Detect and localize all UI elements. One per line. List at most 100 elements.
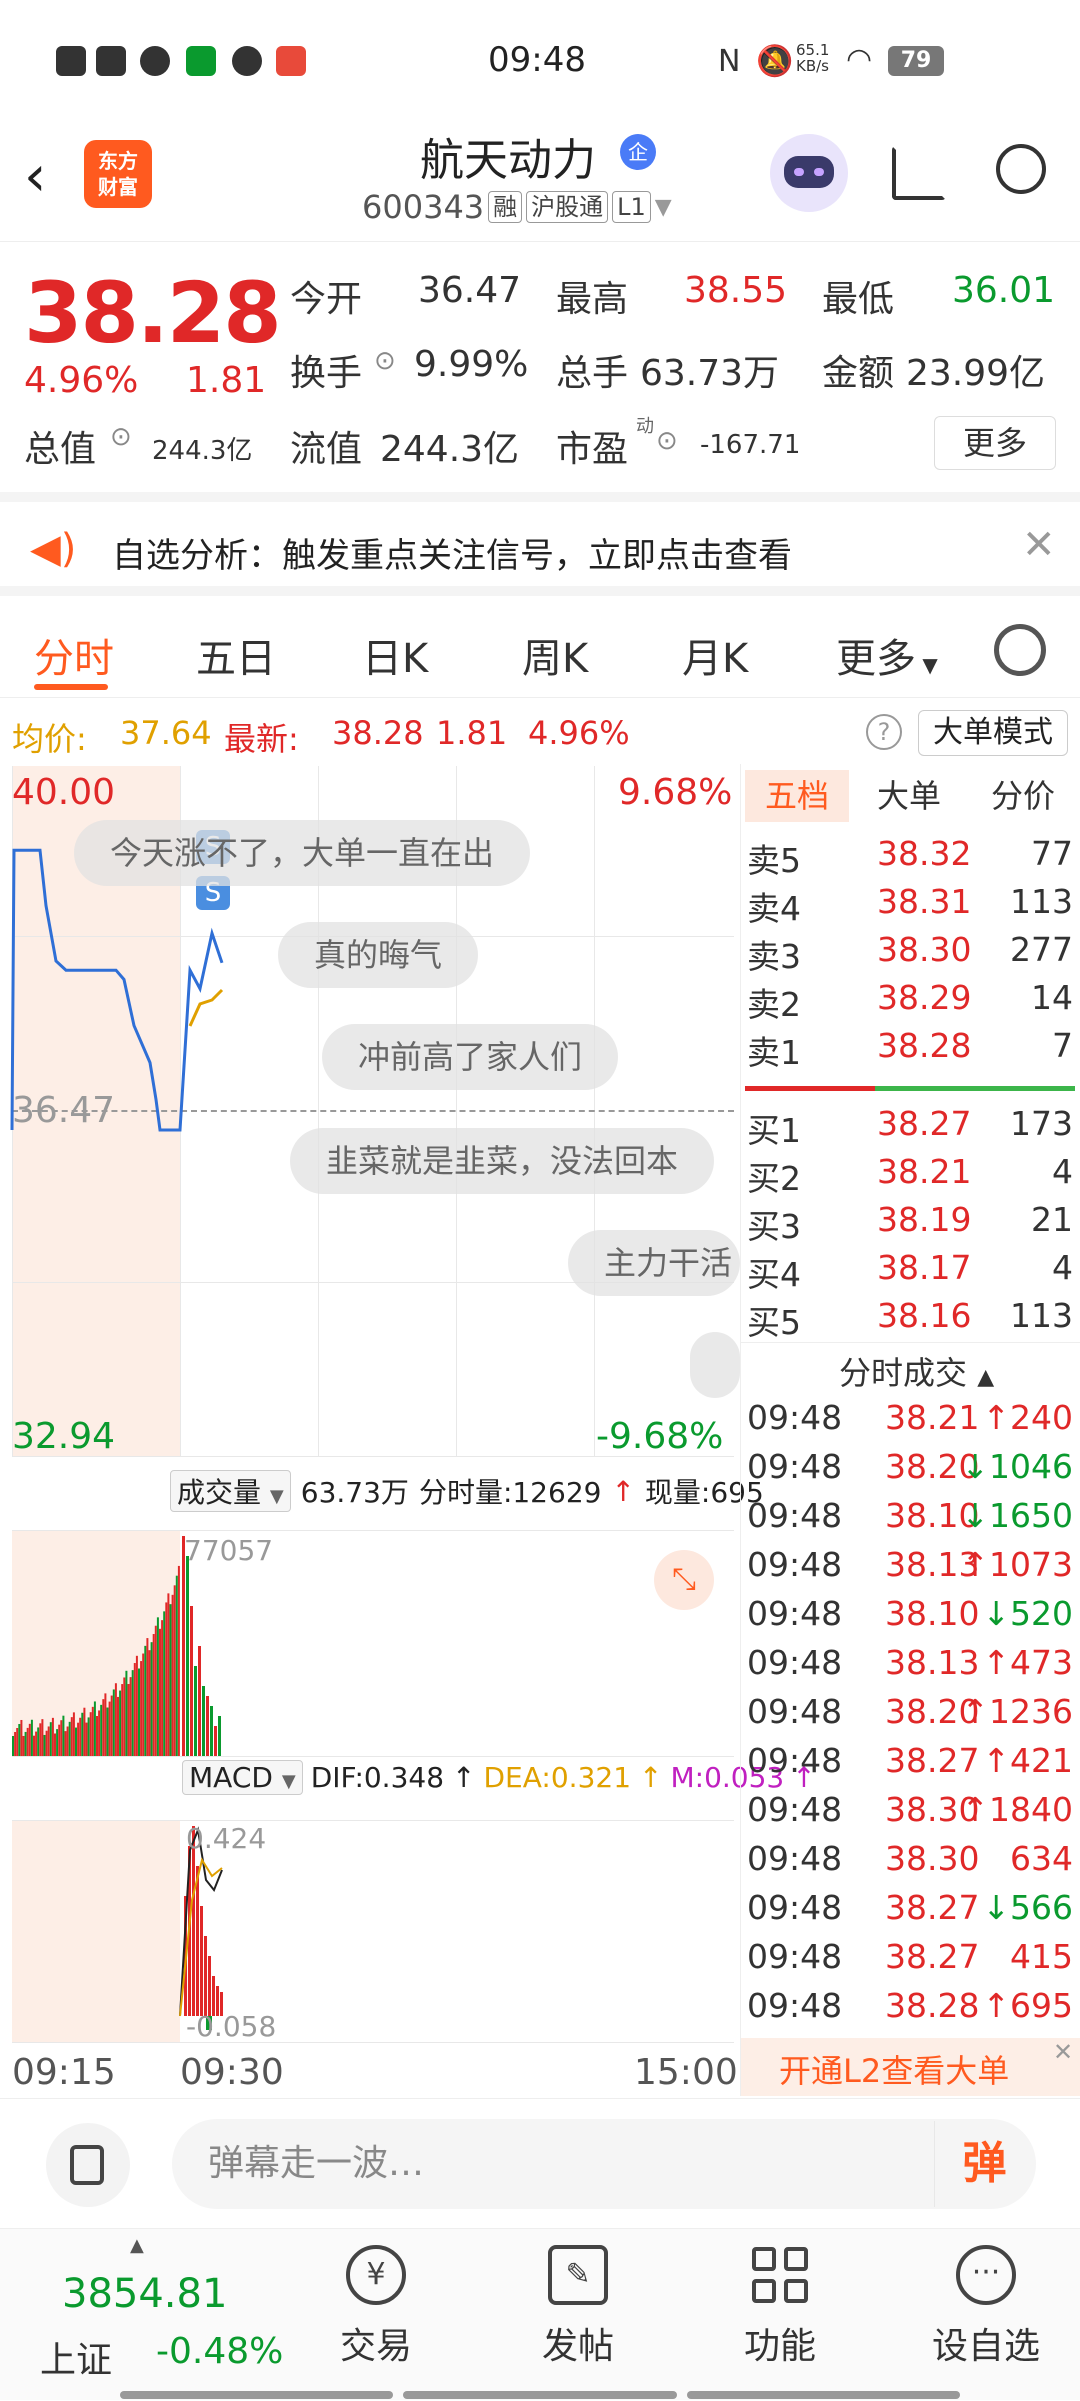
trade-tick-row[interactable]: 09:48 38.30 ↑1840 <box>741 1790 1080 1839</box>
tab-weekly-k[interactable]: 周K <box>522 626 588 684</box>
buy-level-row[interactable]: 买1 38.27 173 <box>741 1104 1080 1152</box>
trade-tick-row[interactable]: 09:48 38.20 ↑1236 <box>741 1692 1080 1741</box>
book-tab-five-level[interactable]: 五档 <box>745 770 850 822</box>
trade-tick-row[interactable]: 09:48 38.27 ↑421 <box>741 1741 1080 1790</box>
trade-tick-row[interactable]: 09:48 38.27 415 <box>741 1937 1080 1986</box>
low-label: 最低 <box>822 279 895 320</box>
tick-volume: ↑1840 <box>961 1790 1073 1829</box>
sell-level-row[interactable]: 卖4 38.31 113 <box>741 882 1080 930</box>
sell-level-row[interactable]: 卖1 38.28 7 <box>741 1026 1080 1074</box>
share-icon[interactable] <box>892 146 946 200</box>
nav-post-label: 发帖 <box>541 2326 614 2367</box>
tick-price: 38.21 <box>885 1398 980 1437</box>
close-notification-icon <box>56 46 86 76</box>
volume-bar <box>148 1650 151 1756</box>
volume-bar <box>37 1727 40 1756</box>
volume-bar <box>117 1696 119 1756</box>
tick-time: 09:48 <box>747 1888 843 1927</box>
more-button[interactable]: 更多 <box>934 416 1056 470</box>
book-tab-price-dist[interactable]: 分价 <box>991 770 1055 822</box>
buy-level-row[interactable]: 买2 38.21 4 <box>741 1152 1080 1200</box>
trade-tick-row[interactable]: 09:48 38.21 ↑240 <box>741 1398 1080 1447</box>
level-label: 卖2 <box>747 985 801 1024</box>
danmu-settings-icon[interactable] <box>46 2123 130 2207</box>
pe-info-icon[interactable]: ⊙ <box>656 426 678 456</box>
danmu-input[interactable]: 弹幕走一波… <box>172 2119 1036 2209</box>
turnover-info-icon[interactable]: ⊙ <box>374 346 396 376</box>
sell-level-row[interactable]: 卖3 38.30 277 <box>741 930 1080 978</box>
quote-panel: 38.28 4.96% 1.81 总值 ⊙ 244.3亿 今开 36.47 最高… <box>0 244 1080 490</box>
analysis-banner[interactable]: ◀) 自选分析：触发重点关注信号，立即点击查看 ✕ <box>0 492 1080 596</box>
l2-upgrade-banner[interactable]: 开通L2查看大单 ✕ <box>741 2038 1080 2096</box>
trade-tick-row[interactable]: 09:48 38.27 ↓566 <box>741 1888 1080 1937</box>
index-widget[interactable]: 3854.81 <box>62 2271 227 2317</box>
tab-more[interactable]: 更多 ▼ <box>836 626 938 684</box>
book-tab-big-order[interactable]: 大单 <box>877 770 941 822</box>
trade-tick-row[interactable]: 09:48 38.10 ↓1650 <box>741 1496 1080 1545</box>
back-icon[interactable]: ‹ <box>24 144 46 209</box>
more-dots-icon: ··· <box>956 2245 1016 2305</box>
volume-bar <box>62 1715 65 1756</box>
expand-icon[interactable]: ⤡ <box>654 1550 714 1610</box>
big-order-mode-button[interactable]: 大单模式 <box>918 710 1068 756</box>
volume-bar <box>129 1677 132 1756</box>
level-volume: 14 <box>1031 978 1073 1017</box>
volume-bar <box>114 1683 117 1756</box>
close-icon[interactable]: ✕ <box>1053 2038 1073 2066</box>
sell-level-row[interactable]: 卖5 38.32 77 <box>741 834 1080 882</box>
buy-level-row[interactable]: 买4 38.17 4 <box>741 1248 1080 1296</box>
buy-level-row[interactable]: 买3 38.19 21 <box>741 1200 1080 1248</box>
volume-bar <box>72 1712 75 1756</box>
trade-tick-row[interactable]: 09:48 38.28 ↑695 <box>741 1986 1080 2035</box>
volume-bar <box>96 1716 98 1756</box>
net-speed: 65.1 KB/s <box>796 41 830 75</box>
tab-daily-k[interactable]: 日K <box>362 626 428 684</box>
sell-level-row[interactable]: 卖2 38.29 14 <box>741 978 1080 1026</box>
trade-tick-row[interactable]: 09:48 38.30 634 <box>741 1839 1080 1888</box>
battery-indicator: 79 <box>888 46 944 76</box>
tick-price: 38.30 <box>885 1839 980 1878</box>
volume-bar <box>154 1625 157 1756</box>
volume-bar <box>54 1733 56 1756</box>
intraday-chart[interactable]: 40.00 36.47 32.94 9.68% -9.68% S S 今天涨不了… <box>0 764 816 2096</box>
tab-monthly-k[interactable]: 月K <box>682 626 748 684</box>
trade-tick-row[interactable]: 09:48 38.20 ↓1046 <box>741 1447 1080 1496</box>
robot-assistant-icon[interactable] <box>770 134 848 212</box>
buy-level-row[interactable]: 买5 38.16 113 <box>741 1296 1080 1344</box>
search-icon[interactable] <box>996 144 1046 194</box>
avg-label: 均价: <box>12 720 87 758</box>
mcap-info-icon[interactable]: ⊙ <box>110 422 132 452</box>
tab-five-day[interactable]: 五日 <box>196 626 276 684</box>
volume-bar <box>70 1717 73 1756</box>
close-icon[interactable]: ✕ <box>1022 522 1056 568</box>
volume-bar <box>194 1666 197 1756</box>
volume-indicator-select[interactable]: 成交量 ▼ <box>170 1470 291 1512</box>
volume-bar <box>89 1712 92 1756</box>
danmu-input-bar: 弹幕走一波… 弹 <box>0 2098 1080 2228</box>
nav-post[interactable]: ✎ 发帖 <box>508 2229 648 2401</box>
trade-tick-row[interactable]: 09:48 38.10 ↓520 <box>741 1594 1080 1643</box>
macd-chart <box>179 1826 223 2030</box>
tick-price: 38.28 <box>885 1986 980 2025</box>
level-volume: 113 <box>1010 1296 1073 1335</box>
speaker-icon: ◀) <box>30 526 77 572</box>
volume-bar <box>83 1707 86 1756</box>
tab-intraday[interactable]: 分时 <box>34 626 114 684</box>
chevron-up-icon: ▲ <box>130 2235 144 2256</box>
nav-trade[interactable]: ¥ 交易 <box>306 2229 446 2401</box>
danmu-comment: 真的晦气 <box>278 922 479 988</box>
send-danmu-button[interactable]: 弹 <box>934 2121 1034 2207</box>
index-value: 3854.81 <box>62 2271 228 2317</box>
trade-tick-row[interactable]: 09:48 38.13 ↑473 <box>741 1643 1080 1692</box>
code-dropdown-icon[interactable]: ▼ <box>655 195 672 220</box>
trades-title[interactable]: 分时成交 ▲ <box>839 1348 994 1394</box>
nav-functions[interactable]: 功能 <box>710 2229 850 2401</box>
volume-bar <box>51 1717 54 1756</box>
turnover-value: 9.99% <box>414 344 529 385</box>
trade-tick-row[interactable]: 09:48 38.13 ↑1073 <box>741 1545 1080 1594</box>
macd-indicator-select[interactable]: MACD ▼ <box>182 1760 303 1795</box>
app-logo[interactable]: 东方 财富 <box>84 140 152 208</box>
gear-icon[interactable] <box>994 624 1046 676</box>
help-icon[interactable]: ? <box>866 714 902 750</box>
nav-add-watchlist[interactable]: ··· 设自选 <box>916 2229 1056 2401</box>
